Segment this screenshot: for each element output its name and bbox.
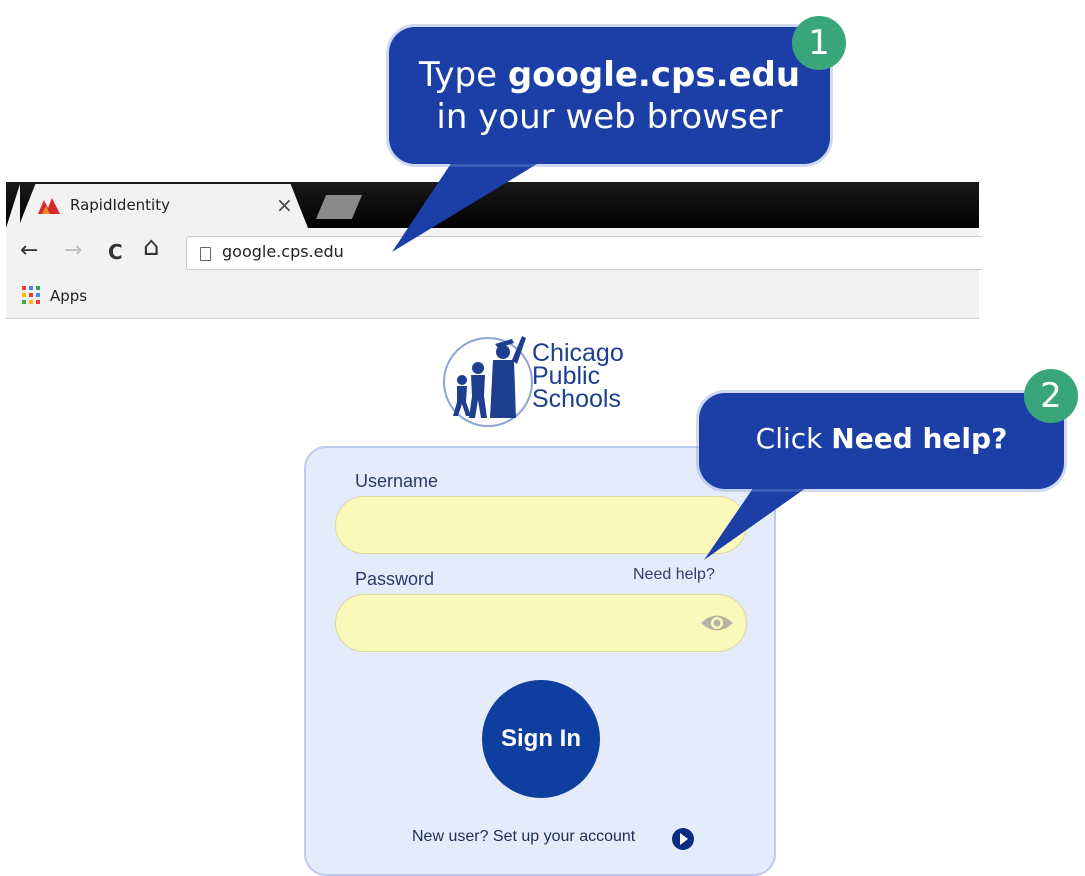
bookmarks-bar: [6, 274, 979, 319]
forward-icon[interactable]: →: [64, 239, 82, 263]
tab-close-icon[interactable]: ×: [276, 193, 293, 217]
new-user-setup-link[interactable]: New user? Set up your account: [412, 828, 635, 846]
step-2-badge: 2: [1024, 369, 1078, 423]
home-icon[interactable]: ⌂: [143, 234, 160, 260]
sign-in-button[interactable]: Sign In: [482, 680, 600, 798]
back-icon[interactable]: ←: [20, 239, 38, 263]
bookmark-apps[interactable]: Apps: [50, 287, 87, 305]
arrow-right-circle-icon[interactable]: [672, 828, 694, 850]
callout-2-text: Click Need help?: [699, 421, 1064, 457]
callout-1-line2: in your web browser: [436, 97, 783, 137]
callout-1-url: google.cps.edu: [507, 55, 801, 95]
reload-icon[interactable]: C: [108, 240, 123, 264]
password-label: Password: [355, 569, 435, 589]
logo-line-schools: Schools: [532, 385, 621, 413]
apps-grid-icon[interactable]: [22, 286, 40, 304]
need-help-link[interactable]: Need help?: [633, 566, 715, 584]
username-field[interactable]: [335, 496, 747, 554]
callout-1-prefix: Type: [418, 55, 508, 95]
username-input[interactable]: [336, 497, 746, 553]
step-1-badge: 1: [792, 16, 846, 70]
callout-2-bold: Need help?: [831, 422, 1008, 455]
rapididentity-favicon-icon: [38, 198, 60, 214]
callout-1-text: Type google.cps.edu in your web browser: [389, 54, 830, 138]
password-input[interactable]: [336, 595, 746, 651]
page-icon: [200, 247, 211, 261]
address-bar-url[interactable]: google.cps.edu: [222, 242, 344, 261]
show-password-eye-icon[interactable]: [700, 612, 734, 634]
tab-title: RapidIdentity: [70, 196, 170, 214]
password-field[interactable]: [335, 594, 747, 652]
cps-logo-text: Chicago Public Schools: [532, 341, 624, 413]
callout-2-prefix: Click: [755, 422, 832, 455]
username-label: Username: [355, 471, 439, 491]
